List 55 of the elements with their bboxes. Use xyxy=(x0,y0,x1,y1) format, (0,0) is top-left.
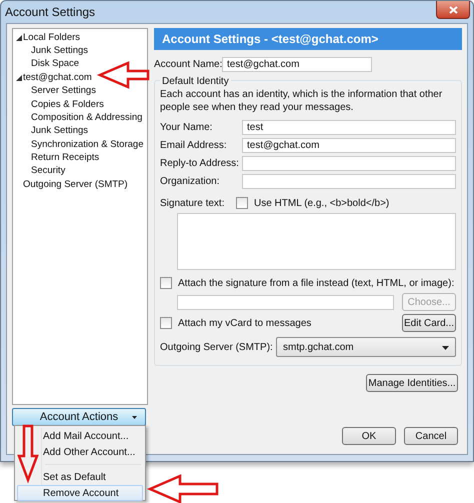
menu-item[interactable]: Set as Default xyxy=(17,469,143,485)
text-field[interactable]: test@gchat.com xyxy=(242,138,456,152)
dropdown-arrow-icon xyxy=(132,416,137,419)
expanded-triangle-icon[interactable] xyxy=(16,74,22,81)
expanded-triangle-icon[interactable] xyxy=(16,34,22,41)
checkbox-label: Use HTML (e.g., <b>bold</b>) xyxy=(254,196,390,210)
checkbox-label: Attach my vCard to messages xyxy=(178,316,312,330)
manage-identities-button[interactable]: Manage Identities... xyxy=(366,374,458,392)
text-field[interactable] xyxy=(242,174,456,188)
tree-item[interactable]: Return Receipts xyxy=(13,152,147,165)
close-button[interactable] xyxy=(436,1,470,19)
field-label: Account Name: xyxy=(154,58,222,72)
field-label: Signature text: xyxy=(160,196,226,210)
tree-item[interactable]: test@gchat.com xyxy=(13,71,147,85)
description-text: Each account has an identity, which is the information that other people see when they read your messages. xyxy=(160,89,444,114)
account-actions-button[interactable]: Account Actions xyxy=(12,408,146,426)
smtp-dropdown[interactable]: smtp.gchat.com xyxy=(276,337,456,357)
dropdown-arrow-icon xyxy=(442,346,449,350)
panel-header: Account Settings - <test@gchat.com> xyxy=(154,28,462,50)
dialog-button[interactable]: OK xyxy=(342,427,396,445)
tree-item[interactable]: Copies & Folders xyxy=(13,98,147,112)
tree-item[interactable]: Junk Settings xyxy=(13,124,147,138)
menu-item[interactable]: Add Mail Account... xyxy=(17,428,143,444)
account-name-field[interactable]: test@gchat.com xyxy=(222,56,372,72)
checkbox[interactable] xyxy=(236,197,248,209)
close-icon xyxy=(448,6,458,14)
annotation-arrow xyxy=(17,424,39,484)
file-path-field[interactable] xyxy=(177,294,394,310)
window-title: Account Settings xyxy=(5,4,96,21)
edit-card-button[interactable]: Edit Card... xyxy=(402,314,456,332)
group-title: Default Identity xyxy=(160,74,231,89)
tree-item[interactable]: Synchronization & Storage xyxy=(13,138,147,152)
field-label: Reply-to Address: xyxy=(160,156,240,170)
tree-item[interactable]: Security xyxy=(13,164,147,178)
tree-item[interactable]: Server Settings xyxy=(13,84,147,98)
tree-item[interactable]: Disk Space xyxy=(13,58,147,72)
annotation-arrow xyxy=(96,61,150,89)
checkbox[interactable] xyxy=(160,277,172,289)
menu-item[interactable]: Add Other Account... xyxy=(17,444,143,460)
tree-item[interactable]: Outgoing Server (SMTP) xyxy=(13,178,147,192)
text-field[interactable] xyxy=(242,156,456,170)
text-field[interactable]: test xyxy=(242,120,456,134)
tree-item[interactable]: Junk Settings xyxy=(13,44,147,58)
dialog-button[interactable]: Cancel xyxy=(404,427,458,445)
field-label: Outgoing Server (SMTP): xyxy=(160,340,274,354)
annotation-arrow xyxy=(146,474,218,503)
field-label: Organization: xyxy=(160,174,220,188)
signature-textarea[interactable] xyxy=(177,213,456,270)
checkbox[interactable] xyxy=(160,317,172,329)
checkbox-label: Attach the signature from a file instead (text, HTML, or image): xyxy=(178,276,454,290)
field-label: Your Name: xyxy=(160,120,214,134)
field-label: Email Address: xyxy=(160,138,228,152)
menu-item[interactable]: Remove Account xyxy=(17,485,143,501)
tree-item[interactable]: Local Folders xyxy=(13,31,147,44)
tree-item[interactable]: Composition & Addressing xyxy=(13,111,147,125)
